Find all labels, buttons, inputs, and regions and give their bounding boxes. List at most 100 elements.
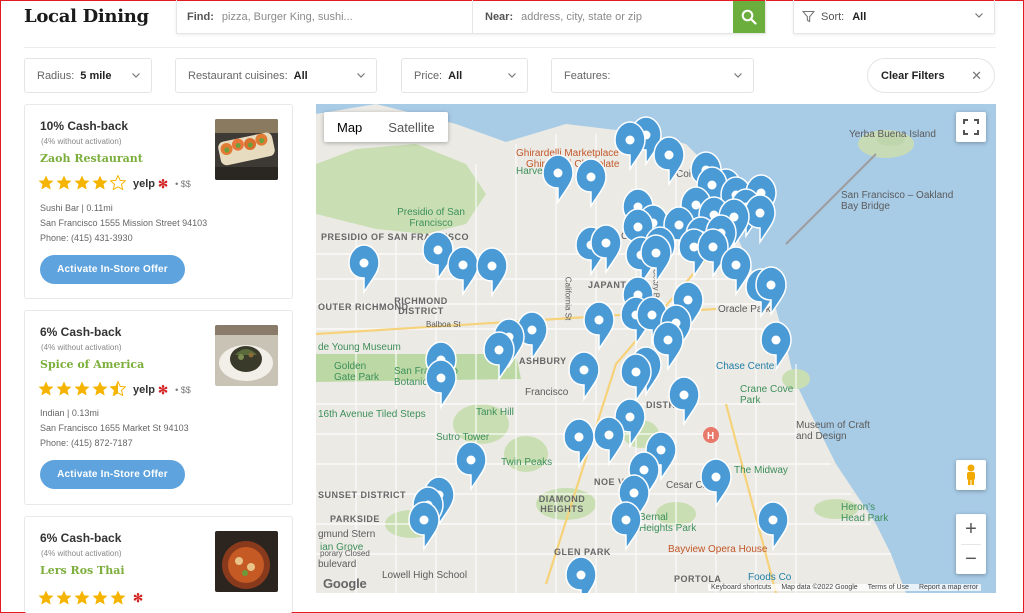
star-icon (74, 381, 90, 396)
cashback-rate: 10% Cash-back (40, 119, 129, 133)
price-filter[interactable]: Price: All (401, 58, 528, 93)
zoom-control: + − (956, 514, 986, 574)
sort-label: Sort: (821, 10, 845, 23)
yelp-logo: yelp (133, 178, 156, 190)
chevron-down-icon (734, 73, 742, 78)
price-value: All (448, 69, 463, 82)
restaurant-address: San Francisco 1555 Mission Street 94103 (40, 218, 208, 228)
restaurant-photo (215, 531, 278, 592)
star-half-icon (110, 381, 126, 396)
chevron-down-icon (508, 73, 516, 78)
yelp-badge: ✻ (133, 591, 143, 605)
star-rating (38, 175, 126, 190)
fullscreen-icon (963, 119, 979, 135)
map-view[interactable]: H Ghirardelli Marketplace Ghirardelli Ch… (316, 104, 996, 593)
find-input[interactable]: pizza, Burger King, sushi... (222, 11, 353, 23)
price-label: Price: (414, 69, 443, 82)
sort-select[interactable]: Sort: All (793, 0, 995, 34)
restaurant-card[interactable]: 6% Cash-back (4% without activation) Ler… (24, 516, 293, 613)
star-icon (92, 381, 108, 396)
features-filter[interactable]: Features: (551, 58, 754, 93)
yelp-burst-icon: ✻ (133, 591, 144, 605)
sort-value: All (852, 10, 867, 23)
radius-label: Radius: (37, 69, 75, 82)
cashback-note: (4% without activation) (41, 549, 122, 558)
restaurant-name[interactable]: Spice of America (40, 358, 144, 371)
cashback-note: (4% without activation) (41, 343, 122, 352)
cashback-rate: 6% Cash-back (40, 325, 122, 339)
star-rating (38, 590, 126, 605)
star-icon (38, 381, 54, 396)
pegman-icon (967, 464, 975, 485)
map-data-label: Map data ©2022 Google (781, 584, 858, 591)
activate-offer-button[interactable]: Activate In-Store Offer (40, 255, 185, 284)
yelp-burst-icon: ✻ (158, 177, 169, 191)
star-icon (56, 381, 72, 396)
restaurant-name[interactable]: Lers Ros Thai (40, 564, 125, 577)
yelp-badge: yelp ✻ • $$ (133, 383, 191, 397)
near-label: Near: (485, 10, 514, 23)
radius-filter[interactable]: Radius: 5 mile (24, 58, 152, 93)
clear-filters-label: Clear Filters (881, 69, 945, 82)
features-label: Features: (564, 69, 611, 82)
restaurant-phone: Phone: (415) 872-7187 (40, 438, 133, 448)
near-field[interactable]: Near: address, city, state or zip (473, 0, 733, 33)
close-icon: ✕ (971, 68, 982, 83)
fullscreen-button[interactable] (956, 112, 986, 142)
restaurant-category: Indian | 0.13mi (40, 408, 99, 418)
keyboard-shortcuts-link[interactable]: Keyboard shortcuts (711, 584, 771, 591)
search-bar: Find: pizza, Burger King, sushi... Near:… (176, 0, 766, 34)
search-button[interactable] (733, 0, 765, 33)
map-type-map-button[interactable]: Map (324, 112, 375, 142)
zoom-out-button[interactable]: − (965, 545, 977, 574)
star-icon (38, 175, 54, 190)
terms-link[interactable]: Terms of Use (868, 584, 909, 591)
radius-value: 5 mile (80, 69, 112, 82)
restaurant-photo (215, 119, 278, 180)
cuisine-filter[interactable]: Restaurant cuisines: All (175, 58, 377, 93)
star-icon (56, 590, 72, 605)
star-empty-icon (110, 175, 126, 190)
map-type-toggle: Map Satellite (324, 112, 448, 142)
zoom-in-button[interactable]: + (965, 514, 977, 544)
restaurant-card[interactable]: 10% Cash-back (4% without activation) Za… (24, 104, 293, 299)
star-icon (110, 590, 126, 605)
cuisine-label: Restaurant cuisines: (188, 69, 288, 82)
cashback-rate: 6% Cash-back (40, 531, 122, 545)
activate-offer-button[interactable]: Activate In-Store Offer (40, 460, 185, 489)
search-icon (741, 9, 757, 25)
clear-filters-button[interactable]: Clear Filters ✕ (867, 58, 995, 93)
chevron-down-icon (975, 13, 983, 18)
star-rating (38, 381, 126, 396)
map-pin-group (348, 116, 792, 593)
chevron-down-icon (357, 73, 365, 78)
cashback-note: (4% without activation) (41, 137, 122, 146)
find-label: Find: (187, 10, 214, 23)
restaurant-photo (215, 325, 278, 386)
near-input[interactable]: address, city, state or zip (521, 11, 642, 23)
price-level: • $$ (175, 385, 191, 395)
report-error-link[interactable]: Report a map error (919, 584, 978, 591)
restaurant-address: San Francisco 1655 Market St 94103 (40, 423, 189, 433)
map-pins[interactable] (316, 104, 996, 593)
google-logo[interactable]: Google (323, 576, 367, 591)
star-icon (92, 175, 108, 190)
star-icon (38, 590, 54, 605)
header-divider (24, 47, 996, 48)
map-type-satellite-button[interactable]: Satellite (375, 112, 447, 142)
restaurant-phone: Phone: (415) 431-3930 (40, 233, 133, 243)
find-field[interactable]: Find: pizza, Burger King, sushi... (177, 0, 473, 33)
star-icon (56, 175, 72, 190)
street-view-button[interactable] (956, 460, 986, 490)
price-level: • $$ (175, 179, 191, 189)
map-attribution: Keyboard shortcuts Map data ©2022 Google… (708, 584, 982, 591)
star-icon (92, 590, 108, 605)
site-logo[interactable]: Local Dining (24, 6, 149, 27)
yelp-badge: yelp ✻ • $$ (133, 177, 191, 191)
restaurant-name[interactable]: Zaoh Restaurant (40, 152, 143, 165)
yelp-logo: yelp (133, 384, 156, 396)
yelp-burst-icon: ✻ (158, 383, 169, 397)
restaurant-card[interactable]: 6% Cash-back (4% without activation) Spi… (24, 310, 293, 505)
cuisine-value: All (293, 69, 308, 82)
star-icon (74, 175, 90, 190)
